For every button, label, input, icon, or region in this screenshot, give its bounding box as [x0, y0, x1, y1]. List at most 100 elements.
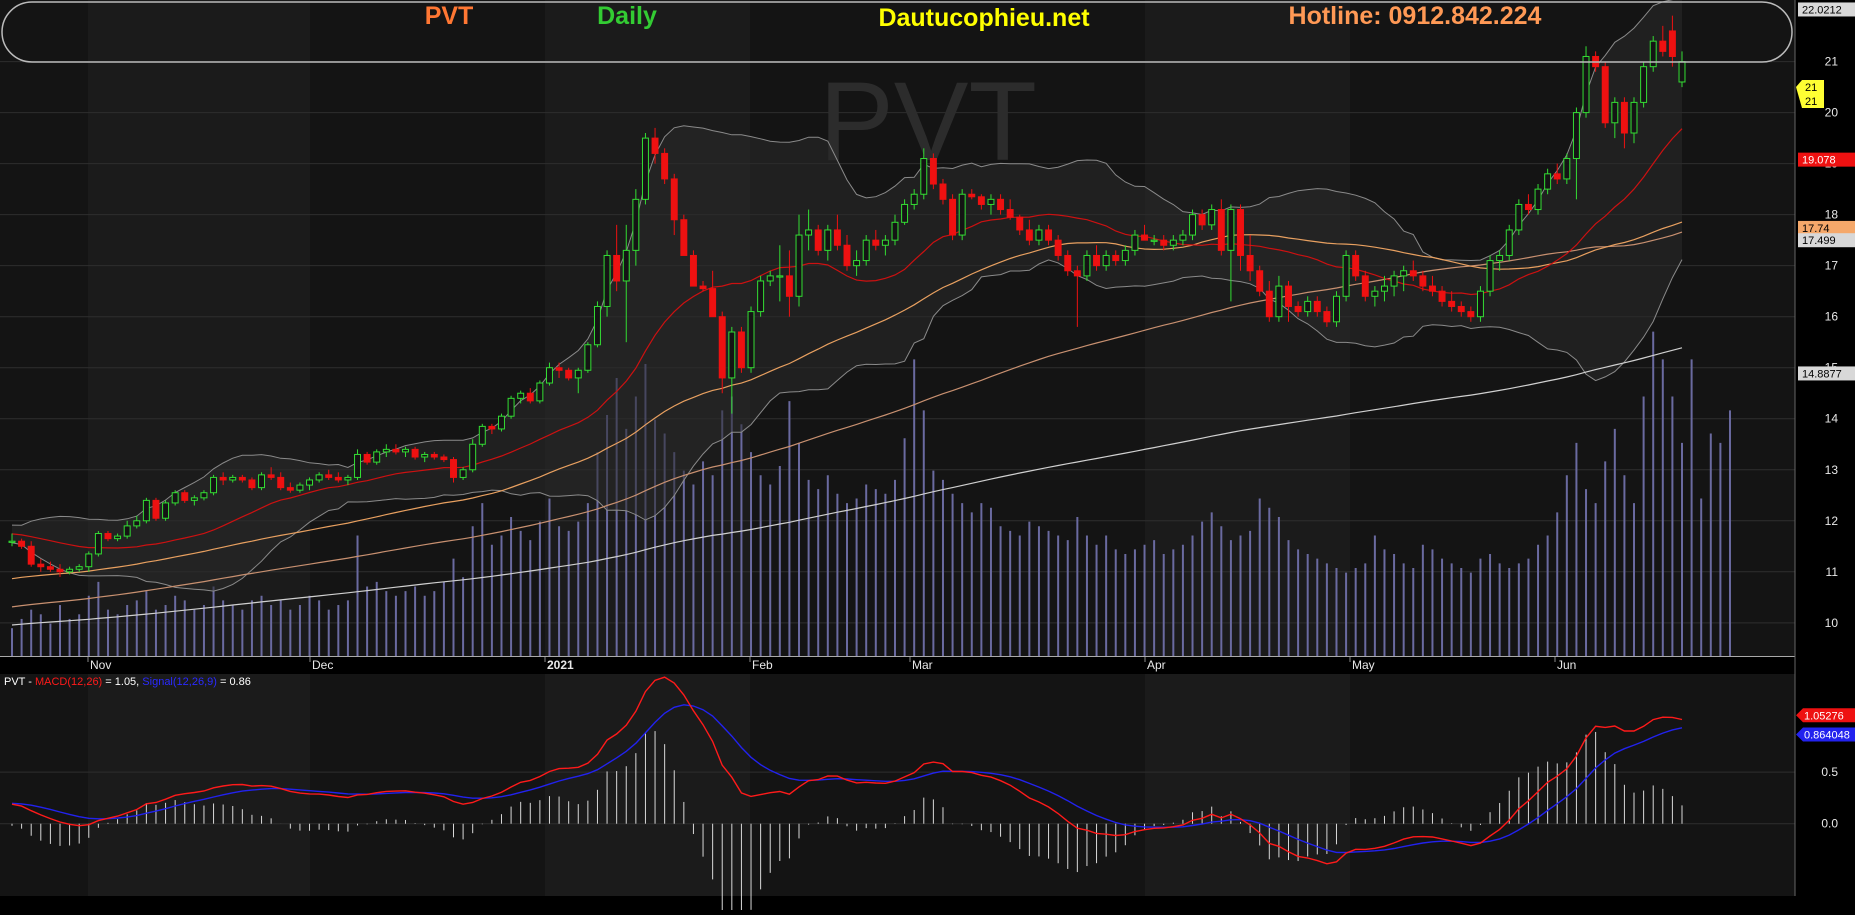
candle-body-down	[718, 316, 726, 379]
candle-body-down	[267, 474, 275, 478]
candle-body-up	[1582, 55, 1590, 114]
candle-body-up	[1630, 101, 1638, 134]
signal-tag: 0.864048	[1804, 730, 1850, 742]
candle-body-up	[1333, 295, 1340, 323]
candle-body-down	[1601, 66, 1609, 124]
date-label: Dec	[312, 658, 333, 672]
candle-body-down	[1006, 209, 1014, 218]
candle-body-up	[1189, 214, 1196, 236]
candle-body-down	[1467, 311, 1475, 318]
candle-body-up	[881, 239, 889, 246]
candle-body-down	[1160, 239, 1168, 246]
candle-body-up	[1544, 173, 1552, 190]
candle-body-up	[728, 331, 736, 379]
candle-body-up	[344, 476, 352, 481]
candle-body-up	[200, 492, 208, 499]
candle-body-down	[1659, 40, 1667, 52]
candle-body-up	[210, 476, 218, 494]
candle-body-down	[18, 540, 26, 547]
candle-body-down	[1016, 216, 1024, 231]
ma100-tag: 17.499	[1802, 235, 1836, 247]
candle-body-down	[248, 479, 256, 489]
candle-body-up	[75, 566, 83, 570]
candle-body-down	[1448, 300, 1456, 307]
close-tag-2: 21	[1805, 96, 1817, 108]
candle-body-up	[776, 275, 784, 278]
date-label: May	[1352, 658, 1375, 672]
ma50-tag: 17.74	[1802, 223, 1830, 235]
candle-body-up	[1083, 254, 1091, 277]
price-axis-label: 18	[1825, 208, 1839, 222]
high-tag: 22.0212	[1802, 4, 1842, 16]
candle-body-up	[1179, 234, 1187, 241]
candle-body-up	[85, 553, 93, 568]
candle-body-down	[392, 448, 400, 453]
candle-body-up	[805, 229, 813, 236]
candle-body-down	[1313, 300, 1321, 313]
candle-body-up	[910, 193, 918, 205]
candle-body-up	[1121, 249, 1129, 262]
candle-body-up	[142, 499, 150, 522]
candle-body-up	[920, 158, 928, 195]
candle-body-down	[1294, 305, 1302, 313]
candle-body-up	[8, 540, 16, 543]
candle-body-down	[27, 545, 35, 565]
ma200-tag: 14.8877	[1802, 368, 1842, 380]
macd-tag: 1.05276	[1804, 710, 1844, 722]
candle-body-up	[891, 221, 899, 241]
candle-body-up	[1563, 158, 1571, 180]
candle-body-up	[1611, 101, 1619, 124]
candle-body-up	[584, 344, 592, 371]
site-label: Dautucophieu.net	[878, 4, 1090, 32]
candle-body-up	[498, 415, 505, 430]
candle-body-up	[1400, 270, 1408, 277]
candle-body-up	[593, 305, 601, 346]
date-label: 2021	[547, 658, 574, 672]
ticker-label: PVT	[425, 2, 474, 30]
candle-body-down	[1524, 203, 1532, 211]
candle-body-down	[785, 275, 793, 297]
candle-body-down	[661, 152, 669, 180]
candle-body-up	[133, 520, 141, 527]
candle-body-up	[1208, 209, 1216, 226]
candle-body-up	[190, 497, 198, 501]
candle-body-up	[987, 198, 995, 205]
candle-body-down	[968, 193, 976, 198]
macd-axis-label: 0.0	[1821, 817, 1838, 831]
candle-body-down	[181, 492, 189, 501]
candle-body-down	[363, 453, 371, 463]
date-label: Apr	[1147, 658, 1166, 672]
candle-body-up	[469, 443, 477, 471]
candle-body-up	[641, 137, 649, 200]
chart-canvas: PVT Nov Dec 2021 Feb Mar Apr May Jun10111213141…	[0, 0, 1855, 915]
price-axis-label: 12	[1825, 514, 1839, 528]
candle-body-down	[1141, 234, 1149, 241]
candle-body-up	[862, 239, 870, 262]
price-axis-label: 21	[1825, 55, 1839, 69]
candle-body-up	[632, 198, 640, 251]
candle-body-up	[402, 448, 409, 453]
candle-body-up	[459, 469, 467, 478]
candle-body-down	[565, 369, 573, 379]
candle-body-down	[1246, 254, 1254, 272]
candle-body-up	[114, 535, 122, 540]
candle-body-down	[872, 239, 880, 246]
month-shade-macd	[545, 674, 750, 896]
candle-body-up	[824, 229, 832, 251]
candle-body-up	[747, 311, 755, 369]
candle-body-up	[1304, 300, 1312, 313]
candle-body-down	[709, 288, 717, 318]
candle-body-down	[219, 476, 227, 481]
candle-body-up	[1505, 229, 1513, 256]
candle-body-up	[478, 425, 486, 445]
candle-body-down	[334, 476, 342, 481]
candle-body-down	[1054, 239, 1062, 256]
candle-body-up	[258, 474, 266, 489]
candle-body-down	[238, 476, 246, 481]
candle-body-up	[1678, 61, 1686, 83]
date-label: Mar	[912, 658, 933, 672]
candle-body-up	[517, 392, 525, 399]
candle-body-up	[1102, 254, 1110, 267]
candle-body-up	[1534, 188, 1542, 211]
price-axis-label: 13	[1825, 463, 1839, 477]
